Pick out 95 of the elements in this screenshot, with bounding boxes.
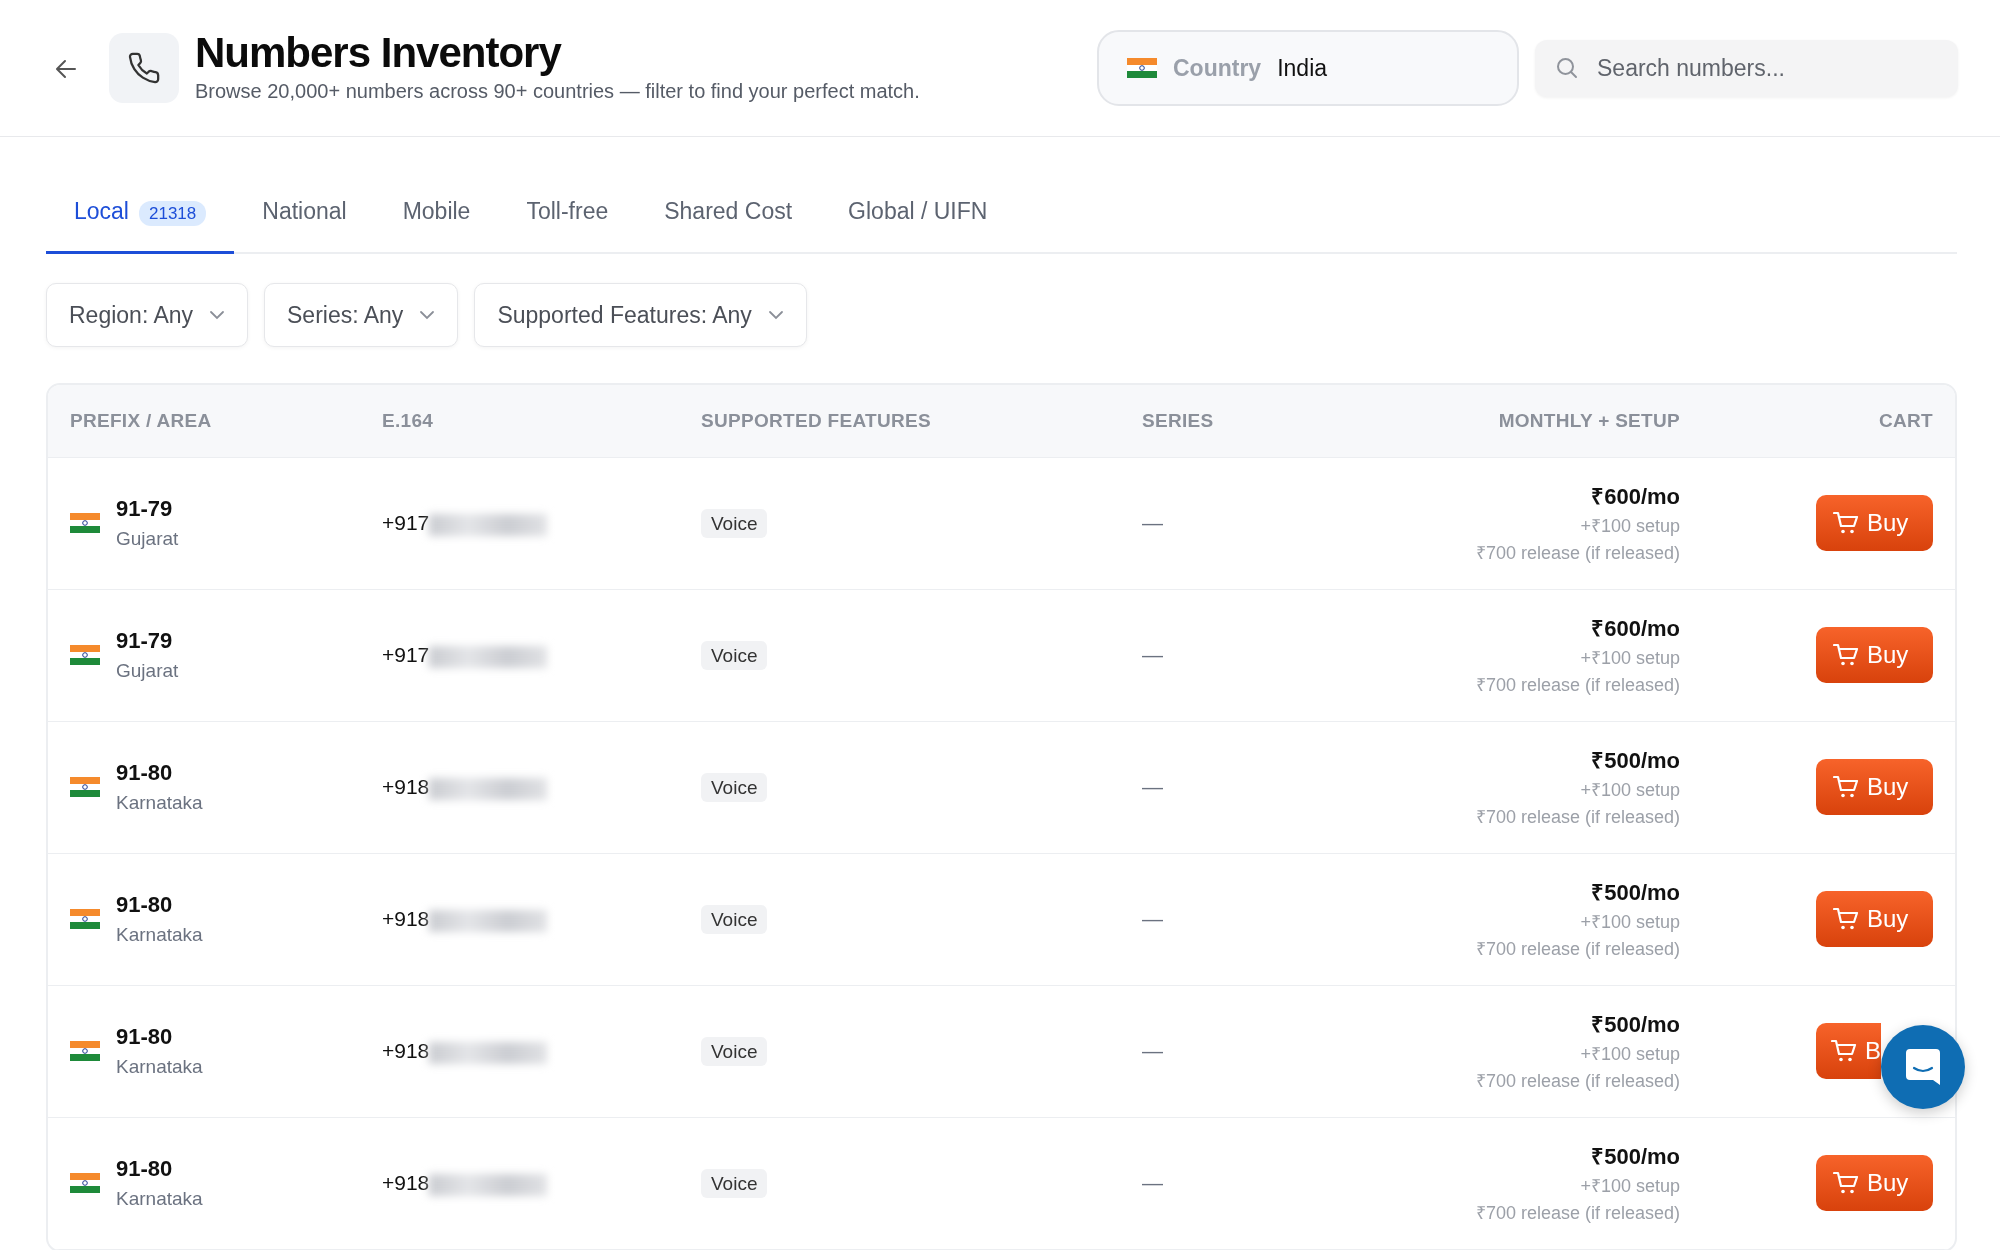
phone-icon xyxy=(109,33,179,103)
filter-dropdown[interactable]: Series: Any xyxy=(264,282,459,347)
india-flag-icon xyxy=(70,1041,100,1061)
setup-fee: +₹100 setup xyxy=(1579,646,1680,670)
setup-fee: +₹100 setup xyxy=(1579,1174,1680,1198)
cart-icon xyxy=(1833,511,1859,535)
india-flag-icon xyxy=(70,1173,100,1193)
search-field[interactable]: Search numbers... xyxy=(1535,39,1958,97)
count-badge: 21318 xyxy=(139,201,207,226)
series-text: — xyxy=(1142,1171,1163,1195)
prefix-text: 91-79 xyxy=(116,627,174,656)
release-fee: ₹700 release (if released) xyxy=(1474,541,1680,565)
feature-tag: Voice xyxy=(701,1037,768,1067)
india-flag-icon xyxy=(70,909,100,929)
column-header: E.164 xyxy=(382,409,434,431)
cart-icon xyxy=(1833,775,1859,799)
tab[interactable]: Mobile xyxy=(374,182,499,254)
series-text: — xyxy=(1142,775,1163,799)
back-arrow-icon xyxy=(55,58,77,79)
tab[interactable]: Local 21318 xyxy=(46,182,235,254)
india-flag-icon xyxy=(70,513,100,533)
buy-button[interactable]: Buy xyxy=(1816,1155,1933,1211)
monthly-price: ₹500/mo xyxy=(1590,1010,1680,1039)
feature-tag: Voice xyxy=(701,509,768,539)
filter-dropdown[interactable]: Supported Features: Any xyxy=(474,282,807,347)
feature-tag: Voice xyxy=(701,641,768,671)
phone-number: +917 xyxy=(382,643,430,667)
prefix-text: 91-80 xyxy=(116,759,174,788)
prefix-text: 91-80 xyxy=(116,1023,174,1052)
cart-icon xyxy=(1833,1171,1859,1195)
tab[interactable]: National xyxy=(234,182,375,254)
filter-dropdown[interactable]: Region: Any xyxy=(46,282,249,347)
series-text: — xyxy=(1142,1039,1163,1063)
prefix-text: 91-79 xyxy=(116,495,174,524)
area-text: Karnataka xyxy=(116,1055,203,1080)
setup-fee: +₹100 setup xyxy=(1579,514,1680,538)
page-subtitle: Browse 20,000+ numbers across 90+ countries — filter to find your perfect match. xyxy=(195,79,920,105)
area-text: Gujarat xyxy=(116,659,179,684)
cart-icon xyxy=(1831,1039,1857,1063)
release-fee: ₹700 release (if released) xyxy=(1474,1069,1680,1093)
column-header: MONTHLY + SETUP xyxy=(1498,409,1680,431)
column-header: SERIES xyxy=(1142,409,1214,431)
setup-fee: +₹100 setup xyxy=(1579,910,1680,934)
series-text: — xyxy=(1142,643,1163,667)
chevron-down-icon xyxy=(419,309,436,320)
series-text: — xyxy=(1142,907,1163,931)
buy-button[interactable]: Buy xyxy=(1816,495,1933,551)
phone-number: +918 xyxy=(382,775,430,799)
release-fee: ₹700 release (if released) xyxy=(1474,673,1680,697)
prefix-text: 91-80 xyxy=(116,891,174,920)
release-fee: ₹700 release (if released) xyxy=(1474,805,1680,829)
monthly-price: ₹500/mo xyxy=(1590,1142,1680,1171)
phone-number: +917 xyxy=(382,511,430,535)
feature-tag: Voice xyxy=(701,773,768,803)
monthly-price: ₹600/mo xyxy=(1590,482,1680,511)
india-flag-icon xyxy=(1127,58,1157,78)
chat-bubble-icon xyxy=(1905,1048,1941,1086)
feature-tag: Voice xyxy=(701,1169,768,1199)
area-text: Karnataka xyxy=(116,923,203,948)
monthly-price: ₹600/mo xyxy=(1590,614,1680,643)
india-flag-icon xyxy=(70,777,100,797)
tab[interactable]: Toll-free xyxy=(498,182,637,254)
phone-number: +918 xyxy=(382,1039,430,1063)
monthly-price: ₹500/mo xyxy=(1590,878,1680,907)
column-header: SUPPORTED FEATURES xyxy=(701,409,931,431)
cart-icon xyxy=(1833,907,1859,931)
release-fee: ₹700 release (if released) xyxy=(1474,937,1680,961)
phone-number: +918 xyxy=(382,1171,430,1195)
cart-icon xyxy=(1833,643,1859,667)
prefix-text: 91-80 xyxy=(116,1155,174,1184)
setup-fee: +₹100 setup xyxy=(1579,1042,1680,1066)
country-selector[interactable]: Country India xyxy=(1097,30,1519,106)
page-title: Numbers Inventory xyxy=(195,29,563,77)
search-icon xyxy=(1555,55,1579,80)
buy-button[interactable]: B xyxy=(1816,1023,1881,1079)
area-text: Karnataka xyxy=(116,791,203,816)
chevron-down-icon xyxy=(767,309,784,320)
release-fee: ₹700 release (if released) xyxy=(1474,1201,1680,1225)
monthly-price: ₹500/mo xyxy=(1590,746,1680,775)
buy-button[interactable]: Buy xyxy=(1816,891,1933,947)
column-header: CART xyxy=(1879,409,1933,431)
setup-fee: +₹100 setup xyxy=(1579,778,1680,802)
india-flag-icon xyxy=(70,645,100,665)
buy-button[interactable]: Buy xyxy=(1816,627,1933,683)
series-text: — xyxy=(1142,511,1163,535)
tab[interactable]: Shared Cost xyxy=(636,182,821,254)
chat-button[interactable] xyxy=(1881,1025,1965,1109)
area-text: Karnataka xyxy=(116,1187,203,1212)
tab[interactable]: Global / UIFN xyxy=(820,182,1016,254)
chevron-down-icon xyxy=(209,309,226,320)
feature-tag: Voice xyxy=(701,905,768,935)
column-header: PREFIX / AREA xyxy=(70,409,212,431)
phone-number: +918 xyxy=(382,907,430,931)
area-text: Gujarat xyxy=(116,527,179,552)
buy-button[interactable]: Buy xyxy=(1816,759,1933,815)
